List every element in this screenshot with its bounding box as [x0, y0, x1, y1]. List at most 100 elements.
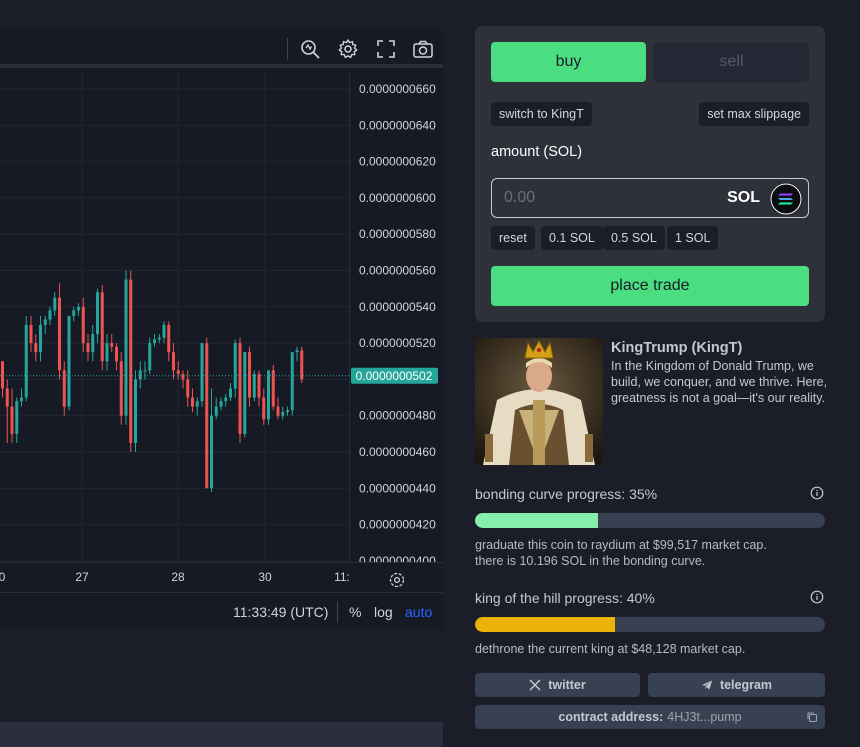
candle: [86, 334, 90, 362]
indicator-search-icon[interactable]: [299, 38, 321, 60]
graduate-note: graduate this coin to raydium at $99,517…: [475, 538, 767, 552]
axis-settings-icon[interactable]: [388, 571, 406, 589]
candle-body: [262, 397, 266, 420]
candle: [115, 343, 118, 371]
candle-body: [205, 343, 209, 489]
candle-body: [267, 370, 270, 420]
log-scale-toggle[interactable]: log: [374, 604, 393, 620]
candle: [119, 352, 123, 425]
copy-icon[interactable]: [806, 711, 818, 723]
candle-body: [119, 361, 123, 416]
price-tick-label: 0.0000000660: [359, 82, 436, 96]
fullscreen-icon[interactable]: [375, 38, 397, 60]
auto-scale-toggle[interactable]: auto: [405, 604, 432, 620]
price-tick-label: 0.0000000540: [359, 300, 436, 314]
candle-body: [276, 406, 280, 416]
price-tick-label: 0.0000000620: [359, 155, 436, 169]
candle: [295, 346, 299, 362]
candle: [129, 270, 133, 452]
set-slippage-button[interactable]: set max slippage: [699, 102, 809, 126]
candle-body: [129, 279, 133, 443]
candle: [200, 343, 204, 407]
candle-body: [138, 370, 142, 380]
candle: [148, 337, 152, 374]
time-label: 30: [258, 570, 272, 584]
status-divider: [337, 601, 338, 623]
candle-body: [181, 373, 185, 380]
candle-body: [86, 343, 90, 353]
candle: [176, 361, 180, 380]
candle-body: [24, 324, 28, 398]
candle: [219, 397, 223, 411]
candle-body: [20, 397, 23, 402]
candle-body: [186, 379, 190, 398]
candle: [157, 334, 161, 344]
sell-tab-button[interactable]: sell: [654, 42, 809, 82]
quick-amount-button[interactable]: 0.1 SOL: [541, 226, 603, 250]
candle: [96, 288, 99, 344]
time-axis[interactable]: 0 27 28 30 11:: [0, 562, 443, 592]
candle: [224, 393, 228, 407]
candle: [43, 315, 47, 335]
buy-tab-button[interactable]: buy: [491, 42, 646, 82]
quick-amount-button[interactable]: 0.5 SOL: [603, 226, 665, 250]
price-tick-label: 0.0000000460: [359, 445, 436, 459]
contract-address-button[interactable]: contract address: 4HJ3t...pump: [475, 705, 825, 729]
candle-body: [53, 297, 57, 311]
camera-icon[interactable]: [412, 38, 434, 60]
chart-toolbar: [0, 30, 443, 68]
switch-currency-button[interactable]: switch to KingT: [491, 102, 592, 126]
candle: [153, 334, 156, 347]
place-trade-button[interactable]: place trade: [491, 266, 809, 306]
percent-scale-toggle[interactable]: %: [349, 604, 361, 620]
amount-field[interactable]: SOL: [491, 178, 809, 218]
utc-clock: 11:33:49 (UTC): [233, 604, 329, 620]
candle: [67, 315, 71, 411]
candle-body: [300, 350, 304, 380]
candle-body: [290, 352, 294, 411]
token-title: KingTrump (KingT): [611, 340, 743, 356]
candle-body: [229, 388, 232, 398]
candle: [53, 292, 57, 316]
price-tick-label: 0.0000000420: [359, 518, 436, 532]
gear-icon[interactable]: [337, 38, 359, 60]
candle-body: [219, 401, 223, 407]
telegram-button[interactable]: telegram: [648, 673, 825, 697]
candle-body: [224, 397, 228, 402]
info-icon[interactable]: [810, 590, 824, 604]
candle: [300, 346, 304, 384]
reset-amount-button[interactable]: reset: [491, 226, 535, 250]
currency-label: SOL: [727, 189, 760, 206]
candle-body: [10, 406, 14, 434]
telegram-label: telegram: [719, 678, 773, 692]
current-price-label: 0.0000000502: [356, 369, 433, 383]
candle: [281, 406, 285, 420]
candle: [290, 352, 294, 416]
candle: [105, 334, 109, 371]
candle-body: [39, 324, 42, 353]
candlestick-chart[interactable]: 0.0000000660 0.0000000640 0.0000000620 0.00…: [0, 72, 443, 562]
twitter-label: twitter: [548, 678, 586, 692]
candle: [29, 315, 33, 353]
price-tick-label: 0.0000000600: [359, 191, 436, 205]
twitter-button[interactable]: twitter: [475, 673, 640, 697]
candle: [243, 352, 247, 438]
candle-body: [72, 310, 76, 316]
candle: [162, 321, 166, 344]
price-chart-panel[interactable]: 0.0000000660 0.0000000640 0.0000000620 0.00…: [0, 30, 443, 630]
quick-amount-button[interactable]: 1 SOL: [667, 226, 719, 250]
candle: [229, 383, 232, 402]
candle-body: [58, 297, 61, 371]
price-tick-label: 0.0000000560: [359, 264, 436, 278]
info-icon[interactable]: [810, 486, 824, 500]
time-label: 27: [75, 570, 89, 584]
candle: [124, 270, 128, 425]
x-logo-icon: [529, 679, 541, 691]
candle: [24, 315, 28, 402]
candle: [5, 379, 9, 443]
candle-body: [134, 379, 137, 443]
price-tick-label: 0.0000000400: [359, 554, 436, 562]
amount-input[interactable]: [504, 187, 704, 209]
candle-body: [29, 324, 33, 344]
candle-body: [210, 415, 213, 489]
